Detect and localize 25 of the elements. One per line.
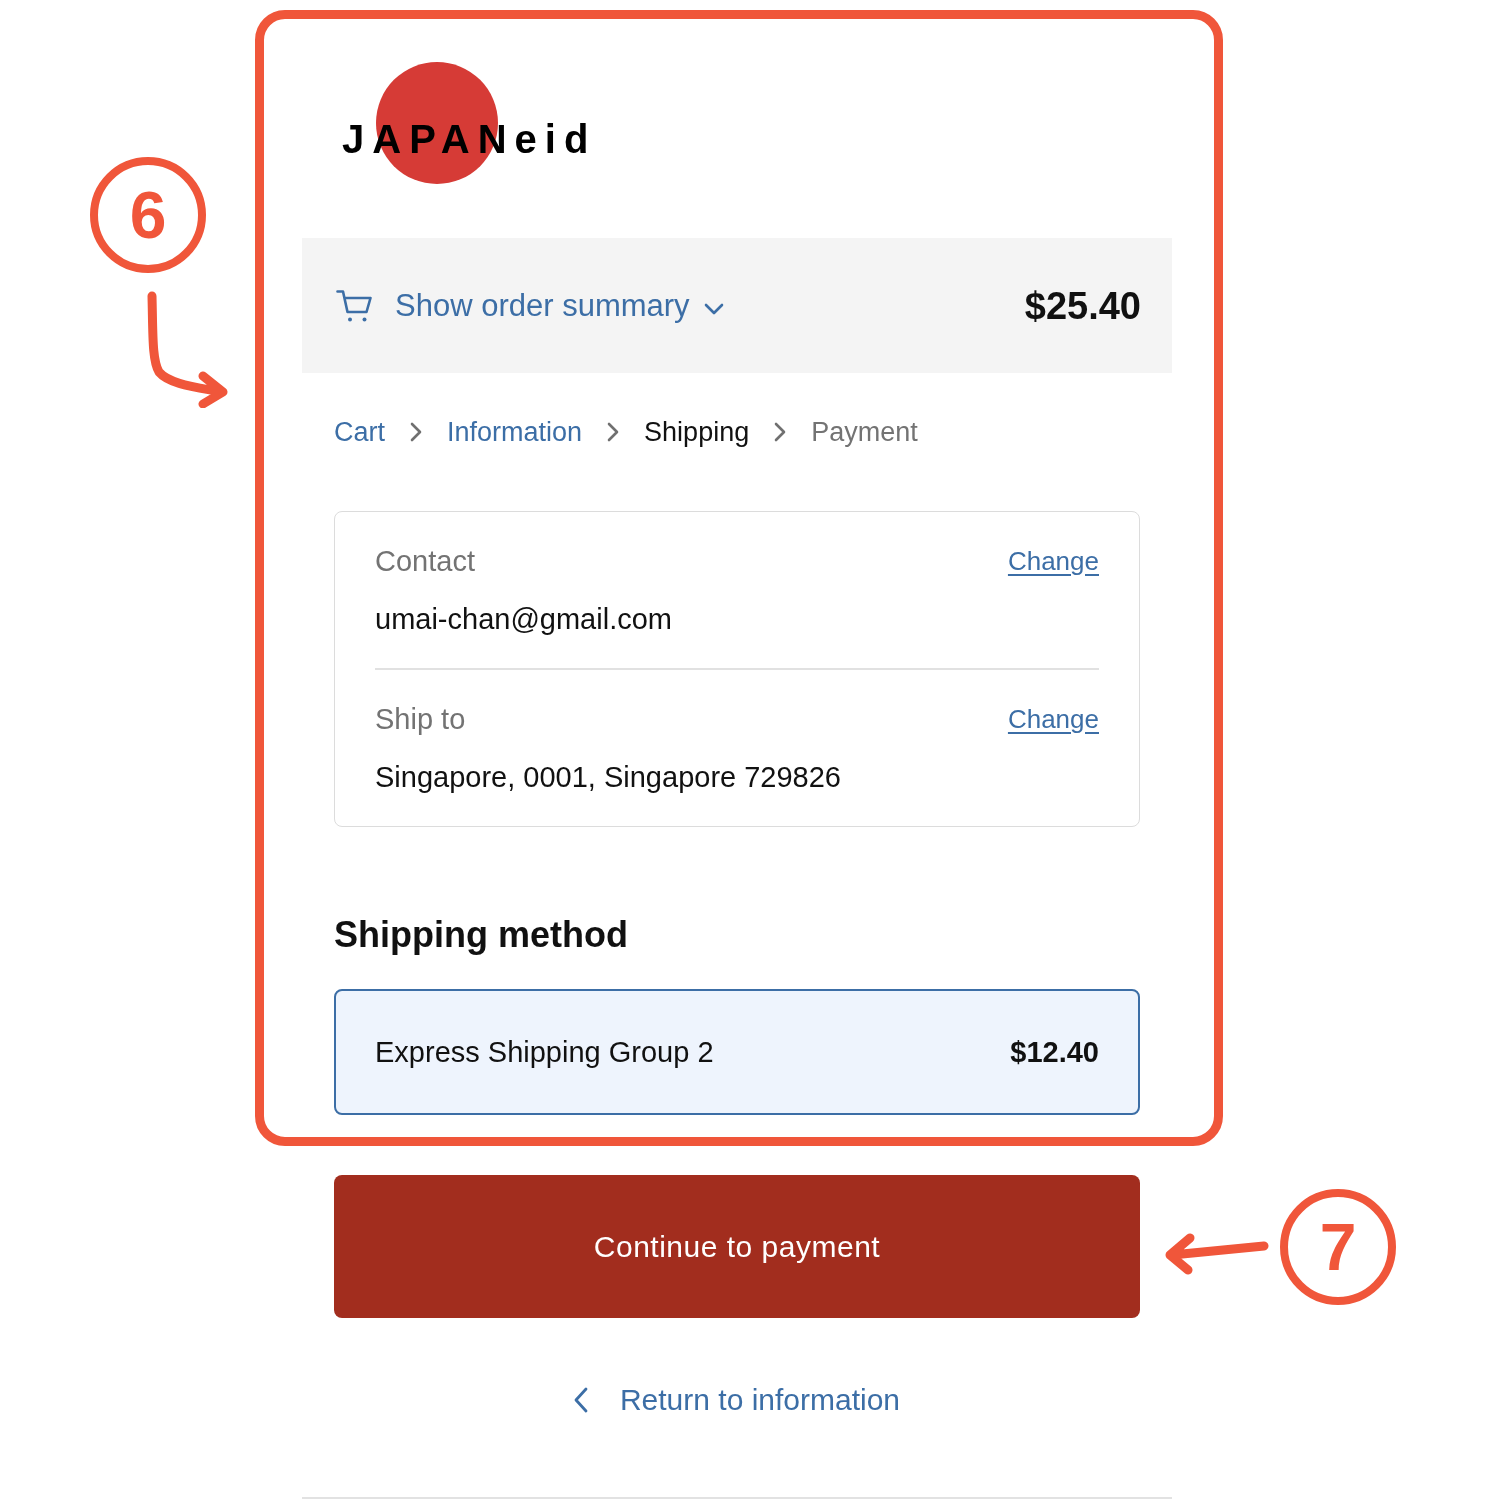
review-label: Contact [375, 545, 475, 577]
shipping-option[interactable]: Express Shipping Group 2 $12.40 [334, 989, 1140, 1115]
section-heading: Shipping method [334, 913, 629, 957]
option-price: $12.40 [1010, 1035, 1099, 1070]
continue-button[interactable]: Continue to payment [334, 1175, 1140, 1318]
chevron-right-icon [607, 422, 620, 442]
order-total: $25.40 [1024, 283, 1141, 328]
chevron-right-icon [774, 422, 787, 442]
breadcrumb-item: Shipping [644, 416, 750, 449]
breadcrumb-item[interactable]: Cart [334, 414, 385, 450]
cart-icon [336, 288, 373, 323]
chevron-left-icon [573, 1387, 588, 1413]
step-marker: 6 [90, 157, 206, 273]
change-link[interactable]: Change [1007, 703, 1099, 735]
breadcrumb-item[interactable]: Information [447, 414, 583, 450]
chevron-right-icon [410, 422, 422, 442]
review-value: umai-chan@gmail.com [375, 603, 673, 635]
option-label: Express Shipping Group 2 [375, 1035, 714, 1070]
step-marker: 7 [1280, 1189, 1396, 1305]
change-link[interactable]: Change [1007, 545, 1099, 577]
order-summary-toggle[interactable]: Show order summary [336, 285, 724, 326]
review-value: Singapore, 0001, Singapore 729826 [375, 761, 842, 793]
review-label: Ship to [375, 703, 466, 735]
return-link[interactable]: Return to information [573, 1380, 901, 1420]
breadcrumb-item: Payment [811, 416, 918, 449]
